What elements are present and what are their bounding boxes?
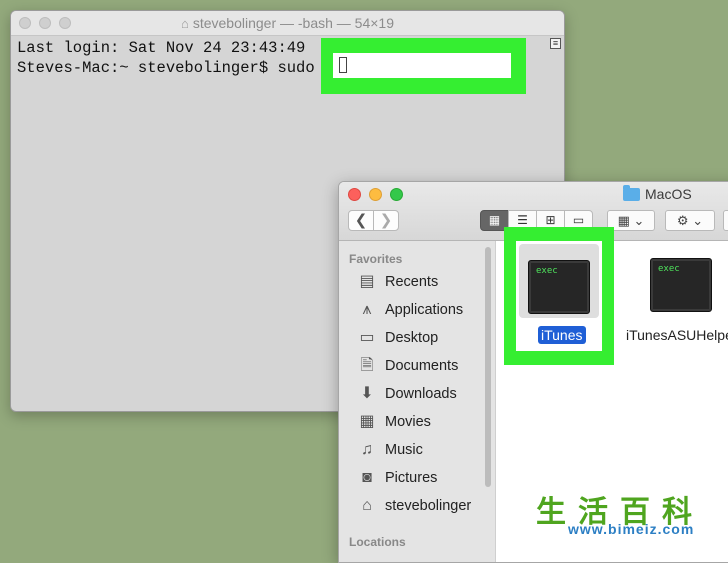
minimize-button[interactable] xyxy=(369,188,382,201)
sidebar-item-desktop[interactable]: ▭ Desktop xyxy=(357,327,487,351)
gear-icon: ⚙ xyxy=(676,213,689,228)
group-by-button[interactable]: ▦ ⌄ xyxy=(607,210,655,231)
camera-icon: ◙ xyxy=(362,469,372,486)
watermark: 生活百科 www.bimeiz.com xyxy=(528,485,728,545)
sidebar-item-music[interactable]: ♫ Music xyxy=(357,439,487,463)
exec-badge: exec xyxy=(658,264,680,274)
close-button[interactable] xyxy=(348,188,361,201)
chevron-down-icon: ⌄ xyxy=(633,213,645,228)
sidebar-heading-favorites: Favorites xyxy=(349,252,403,266)
window-title: MacOS xyxy=(645,186,692,202)
sidebar: Favorites ▤ Recents ⩚ Applications ▭ Des… xyxy=(339,241,496,562)
sidebar-scrollbar[interactable] xyxy=(485,247,491,487)
highlight-box: exec iTunes xyxy=(504,227,614,365)
terminal-title: stevebolinger — -bash — 54×19 xyxy=(192,15,395,31)
clock-icon: ▤ xyxy=(359,273,375,290)
music-icon: ♫ xyxy=(361,441,373,458)
sidebar-item-pictures[interactable]: ◙ Pictures xyxy=(357,467,487,491)
sidebar-heading-locations: Locations xyxy=(349,535,406,549)
sidebar-item-downloads[interactable]: ⬇ Downloads xyxy=(357,383,487,407)
share-button[interactable] xyxy=(723,210,728,231)
home-icon: ⌂ xyxy=(180,16,189,31)
sidebar-item-label: Documents xyxy=(385,358,459,374)
file-item-itunes[interactable]: exec xyxy=(519,244,599,318)
sidebar-item-label: Pictures xyxy=(385,470,438,486)
watermark-url: www.bimeiz.com xyxy=(568,521,695,537)
film-icon: ▦ xyxy=(359,413,375,430)
download-icon: ⬇ xyxy=(360,385,374,402)
sidebar-item-label: Movies xyxy=(385,414,431,430)
executable-icon: exec xyxy=(650,258,712,312)
scroll-toggle-button[interactable]: ≡ xyxy=(550,38,561,49)
exec-badge: exec xyxy=(536,266,558,276)
desktop-icon: ▭ xyxy=(359,329,375,346)
file-label-itunes[interactable]: iTunes xyxy=(538,326,586,344)
forward-button[interactable]: ❯ xyxy=(373,210,399,231)
action-menu-button[interactable]: ⚙ ⌄ xyxy=(665,210,715,231)
applications-icon: ⩚ xyxy=(362,301,372,318)
command-input-area[interactable] xyxy=(333,53,511,78)
sidebar-item-label: Music xyxy=(385,442,423,458)
home-icon: ⌂ xyxy=(362,497,372,514)
executable-icon: exec xyxy=(528,260,590,314)
sidebar-item-applications[interactable]: ⩚ Applications xyxy=(357,299,487,323)
grid-icon: ▦ xyxy=(617,213,630,228)
sidebar-item-label: Applications xyxy=(385,302,464,318)
sidebar-item-label: Downloads xyxy=(385,386,457,402)
sidebar-item-label: Recents xyxy=(385,274,439,290)
highlight-box xyxy=(321,38,526,94)
text-cursor xyxy=(339,57,347,73)
document-icon: 🗎 xyxy=(360,357,374,374)
chevron-down-icon: ⌄ xyxy=(692,213,704,228)
sidebar-item-documents[interactable]: 🗎 Documents xyxy=(357,355,487,379)
zoom-button[interactable] xyxy=(390,188,403,201)
terminal-titlebar[interactable]: ⌂ stevebolinger — -bash — 54×19 xyxy=(11,11,564,36)
folder-icon xyxy=(623,185,640,201)
back-button[interactable]: ❮ xyxy=(348,210,374,231)
sidebar-item-movies[interactable]: ▦ Movies xyxy=(357,411,487,435)
sidebar-item-home[interactable]: ⌂ stevebolinger xyxy=(357,495,487,519)
file-label-itunesasuhelper: iTunesASUHelper xyxy=(626,327,728,343)
sidebar-item-label: Desktop xyxy=(385,330,439,346)
sidebar-item-label: stevebolinger xyxy=(385,498,472,514)
sidebar-item-recents[interactable]: ▤ Recents xyxy=(357,271,487,295)
